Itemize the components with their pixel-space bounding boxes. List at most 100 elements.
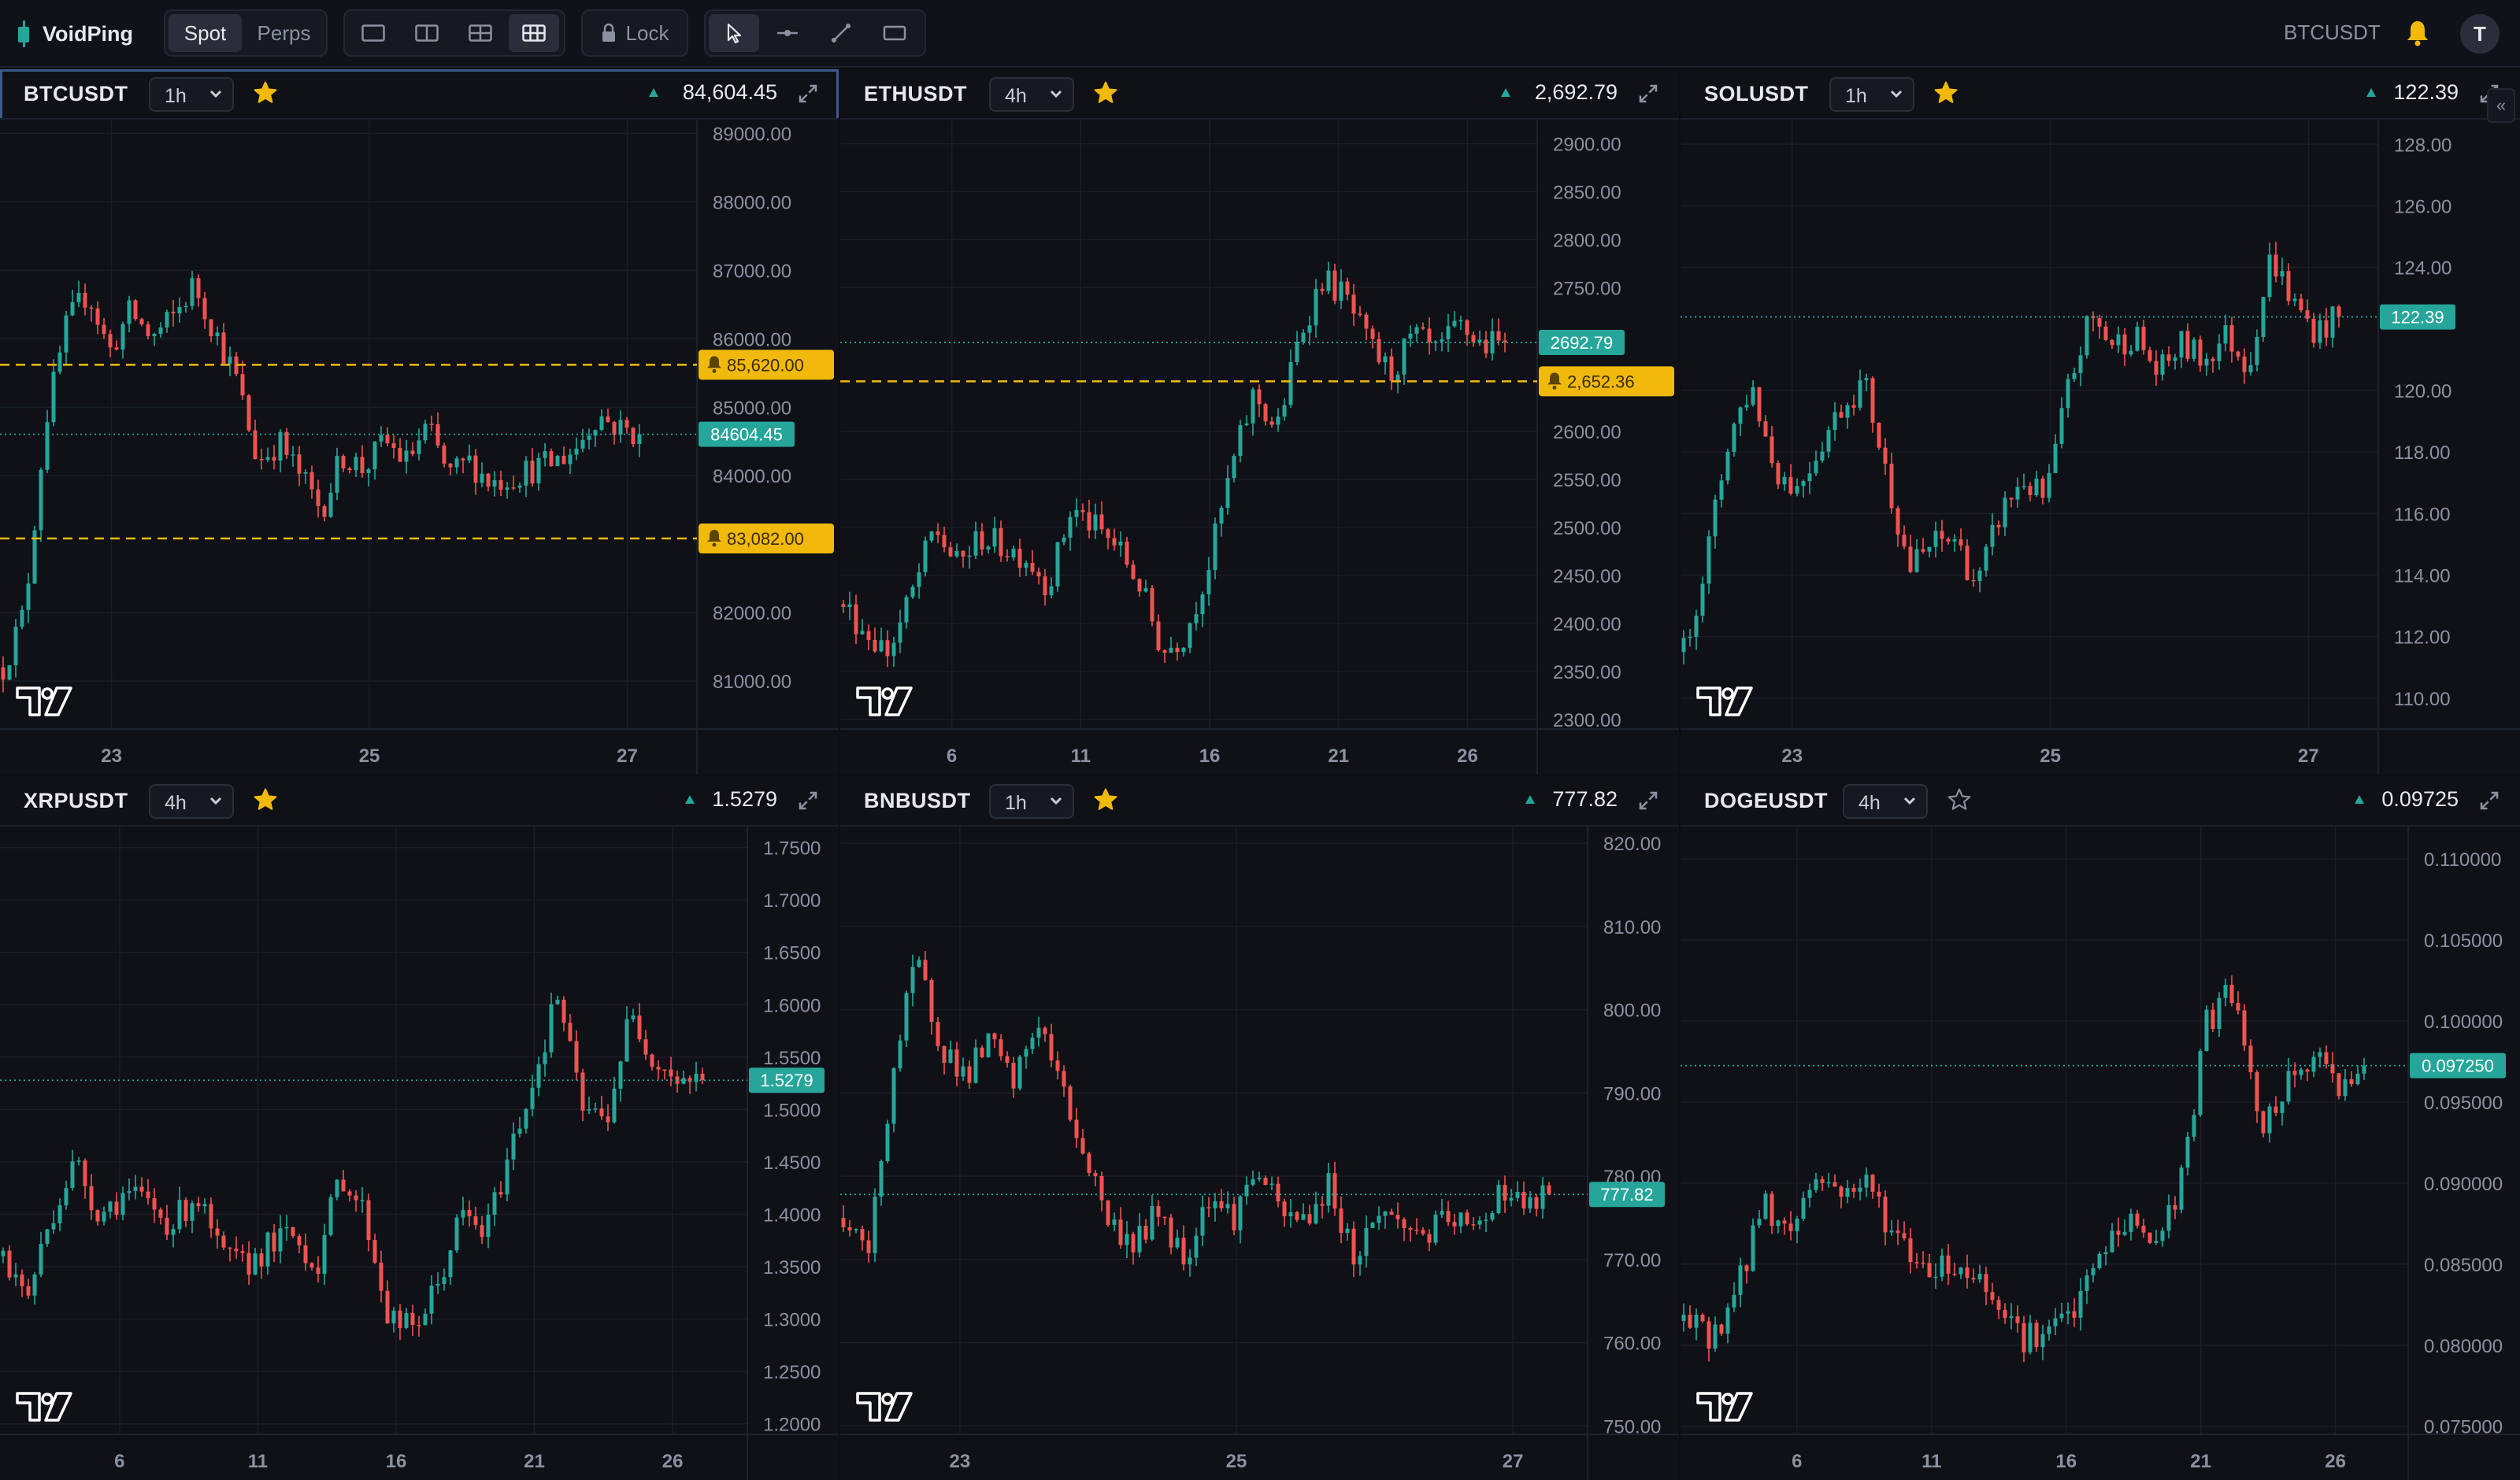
candle-body [39,469,43,531]
candlestick-chart[interactable]: 1.7500 1.7000 1.6500 1.6000 1.5500 1.5000 1.45… [0,827,839,1480]
candle-body [1902,535,1907,547]
candle-body [1062,537,1066,542]
horizontal-line-icon[interactable] [762,14,813,52]
candle-body [530,1087,535,1109]
x-tick-label: 26 [2325,1451,2346,1472]
y-tick-label: 128.00 [2394,135,2451,156]
candle-body [599,1108,604,1117]
candle-body [2204,1009,2209,1052]
candle-body [1200,594,1205,615]
star-filled-icon[interactable] [1933,80,1959,105]
timeframe-select[interactable]: 1h [989,784,1074,819]
trendline-icon[interactable] [816,14,866,52]
candlestick-chart[interactable]: 0.110000 0.105000 0.100000 0.095000 0.090000… [1681,827,2520,1480]
candle-body [1118,541,1123,546]
candle-body [291,1227,295,1237]
candle-body [354,457,358,471]
star-filled-icon[interactable] [253,787,278,812]
bell-icon[interactable] [2404,19,2431,47]
candle-body [854,604,858,635]
candle-body [1908,1238,1913,1263]
candle-body [1700,1315,1705,1322]
timeframe-select[interactable]: 4h [1843,784,1928,819]
candle-body [171,1229,176,1235]
rectangle-icon[interactable] [869,14,920,52]
candle-body [51,372,56,423]
candle-body [2223,325,2228,344]
star-filled-icon[interactable] [253,80,278,105]
y-tick-label: 88000.00 [713,192,791,213]
chart-panel-bnbusdt[interactable]: BNBUSDT 1h 777.82 820.00 810.00 800.00 790.00 7… [840,776,1679,1480]
candle-body [1206,1207,1211,1208]
chart-panel-solusdt[interactable]: SOLUSDT 1h 122.39 128.00 126.00 124.00 120.00 1… [1681,69,2520,775]
candle-body [866,1240,871,1253]
layout-2-icon[interactable] [402,14,452,52]
candle-body [221,1235,226,1248]
candle-body [2236,1003,2240,1011]
symbol-name[interactable]: ETHUSDT [864,82,967,106]
candle-body [442,445,447,464]
candle-body [898,1040,902,1069]
candlestick-chart[interactable]: 89000.00 88000.00 87000.00 86000.00 85000.00… [0,120,839,775]
candlestick-chart[interactable]: 820.00810.00800.00790.00780.00770.00760.… [840,827,1679,1480]
spot-tab[interactable]: Spot [169,14,243,52]
x-tick-label: 11 [1922,1451,1941,1472]
candle-body [1288,1212,1293,1216]
candle-body [847,1227,852,1230]
symbol-name[interactable]: BNBUSDT [864,789,971,813]
expand-icon[interactable] [796,82,820,105]
candle-body [1694,616,1699,637]
y-tick-label: 1.7000 [763,890,821,912]
expand-icon[interactable] [1636,82,1660,105]
timeframe-select[interactable]: 4h [149,784,234,819]
star-outline-icon[interactable] [1947,787,1972,812]
candle-body [246,1252,251,1275]
symbol-name[interactable]: XRPUSDT [24,789,128,813]
candle-body [543,451,547,458]
chart-panel-ethusdt[interactable]: ETHUSDT 4h 2,692.79 2900.00 2850.00 2800.00 27… [840,69,1679,775]
candle-body [593,1108,598,1110]
perps-tab[interactable]: Perps [245,14,323,52]
candle-body [2242,356,2247,372]
cursor-icon[interactable] [709,14,759,52]
collapse-sidebar-button[interactable]: « [2487,88,2515,123]
candlestick-chart[interactable]: 128.00 126.00 124.00 120.00 118.00 116.00 114.… [1681,120,2520,775]
brand[interactable]: VoidPing [16,17,133,50]
star-filled-icon[interactable] [1093,80,1118,105]
candlestick-chart[interactable]: 2900.00 2850.00 2800.00 2750.00 2600.00 2550.… [840,120,1679,775]
layout-4-icon[interactable] [455,14,506,52]
active-symbol-label[interactable]: BTCUSDT [2284,20,2381,45]
y-tick-label: 1.4500 [763,1153,821,1174]
symbol-name[interactable]: BTCUSDT [24,82,128,106]
candle-body [873,1196,877,1253]
y-tick-label: 84000.00 [713,466,791,487]
candle-body [1162,1216,1167,1219]
timeframe-select[interactable]: 4h [989,77,1074,112]
candle-body [1269,421,1274,425]
candle-body [1282,1201,1287,1216]
chart-panel-xrpusdt[interactable]: XRPUSDT 4h 1.5279 1.7500 1.7000 1.6500 1.6000 1… [0,776,839,1480]
symbol-name[interactable]: DOGEUSDT [1704,789,1828,813]
timeframe-select[interactable]: 1h [1829,77,1914,112]
expand-icon[interactable] [1636,789,1660,812]
candle-body [1301,332,1306,342]
timeframe-value: 1h [1005,792,1027,814]
expand-icon[interactable] [2477,789,2501,812]
candle-body [1276,416,1280,425]
candle-body [1452,1222,1457,1227]
candle-body [2148,1232,2152,1243]
avatar[interactable]: T [2460,14,2500,54]
star-filled-icon[interactable] [1093,787,1118,812]
y-tick-label: 2800.00 [1553,230,1621,251]
layout-1-icon[interactable] [348,14,398,52]
candle-body [612,422,617,435]
candle-body [1118,1219,1123,1245]
lock-button[interactable]: Lock [581,9,688,57]
timeframe-select[interactable]: 1h [149,77,234,112]
symbol-name[interactable]: SOLUSDT [1704,82,1809,106]
candle-body [992,1033,997,1040]
chart-panel-btcusdt[interactable]: BTCUSDT 1h 84,604.45 89000.00 88000.00 87000.… [0,69,839,775]
chart-panel-dogeusdt[interactable]: DOGEUSDT 4h 0.09725 0.110000 0.105000 0.10000… [1681,776,2520,1480]
layout-6-icon[interactable] [509,14,559,52]
expand-icon[interactable] [796,789,820,812]
